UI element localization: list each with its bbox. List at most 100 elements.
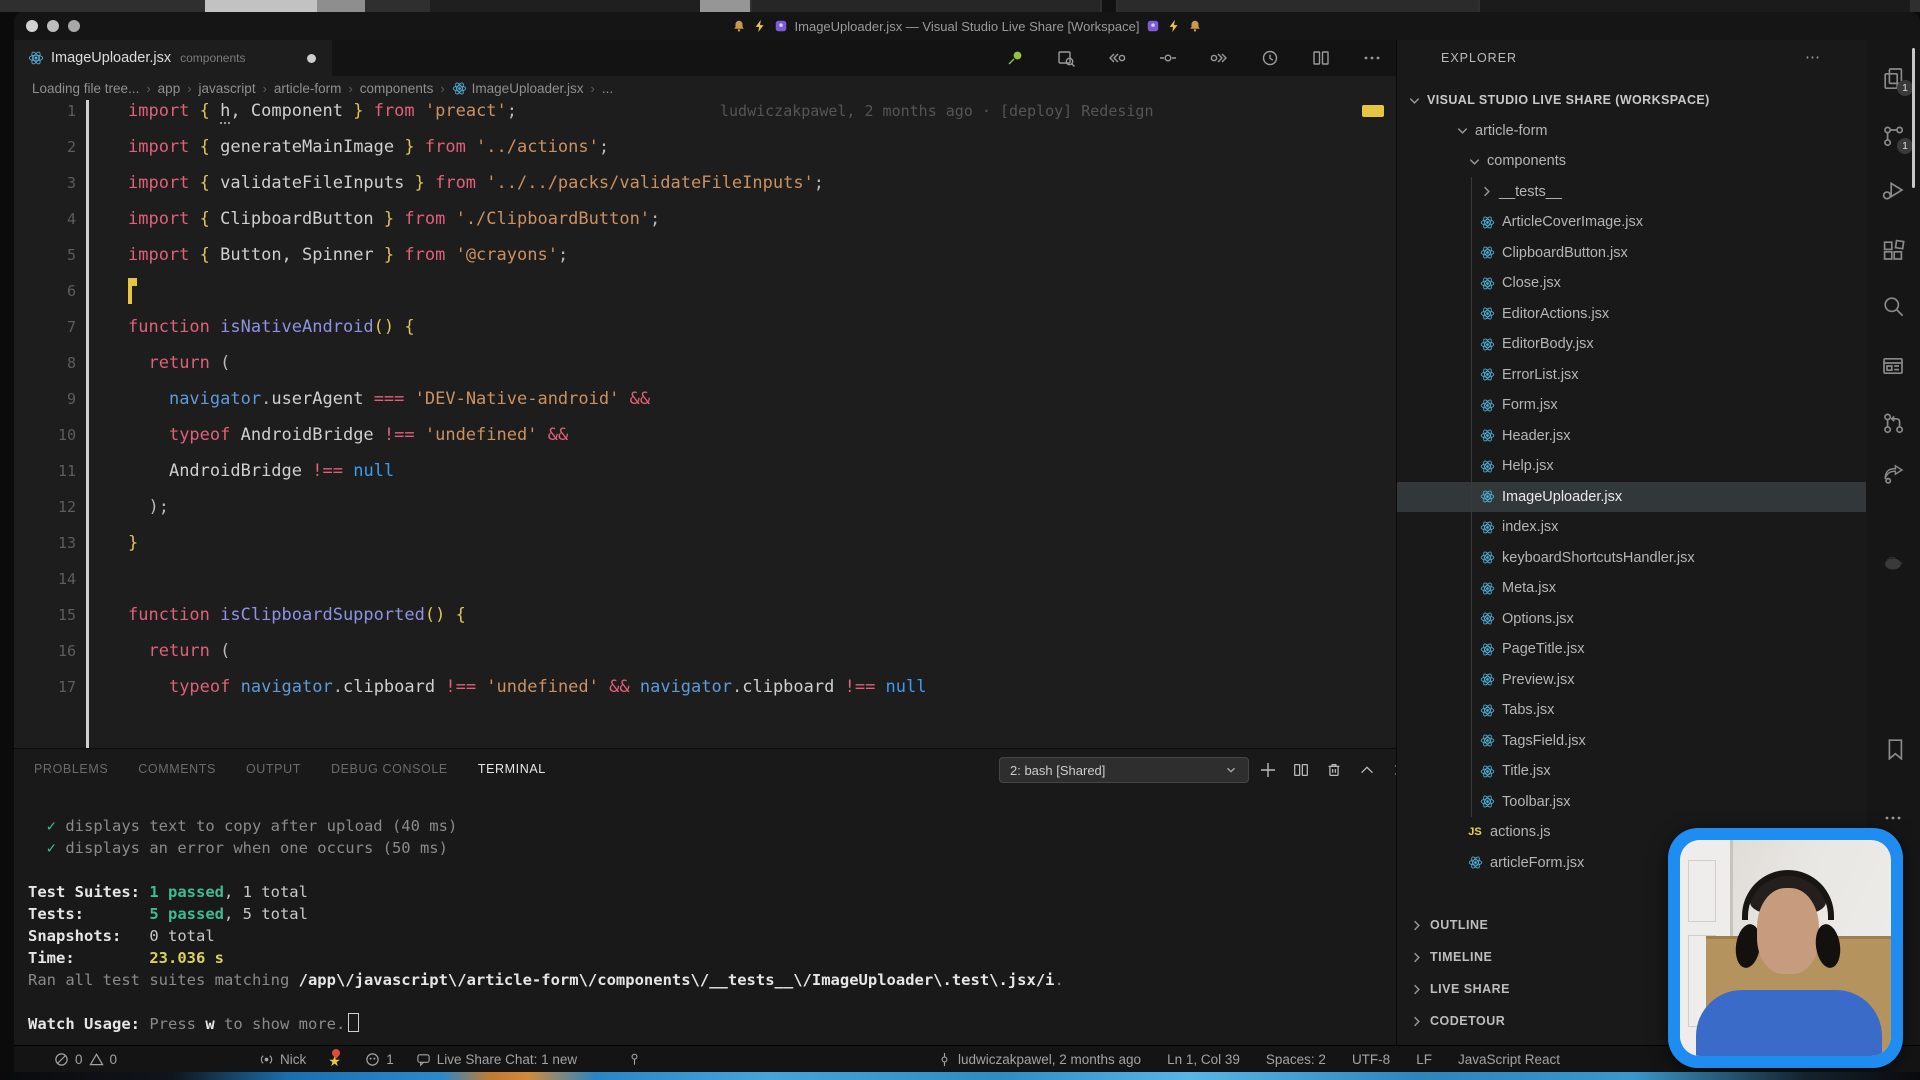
code-line[interactable]: 14 [14,561,1396,597]
tab-imageuploader[interactable]: ImageUploader.jsx components [14,40,332,76]
preview-icon[interactable] [1056,48,1076,68]
editor-cursor [128,279,132,304]
zap-icon [1167,19,1181,33]
tree-item-options-jsx[interactable]: Options.jsx [1397,604,1866,635]
tree-item-clipboardbutton-jsx[interactable]: ClipboardButton.jsx [1397,238,1866,269]
language-mode[interactable]: JavaScript React [1458,1052,1560,1067]
chevron-right-icon [1409,1014,1424,1029]
sidebar-scrollbar[interactable] [1912,48,1915,188]
chev-up-icon[interactable] [1357,760,1377,780]
activity-report-icon[interactable] [1880,353,1906,379]
sidebar-more-icon[interactable]: ⋯ [1805,48,1820,66]
tree-item-errorlist-jsx[interactable]: ErrorList.jsx [1397,360,1866,391]
tree-item-imageuploader-jsx[interactable]: ImageUploader.jsx [1397,482,1866,513]
blame-indicator[interactable]: ludwiczakpawel, 2 months ago [937,1052,1141,1067]
activity-extensions-icon[interactable] [1880,237,1906,263]
presence-indicator[interactable] [627,1052,642,1067]
more-icon[interactable] [1362,48,1382,68]
tree-item-articlecoverimage-jsx[interactable]: ArticleCoverImage.jsx [1397,207,1866,238]
activity-graph-icon[interactable]: 1 [1880,123,1906,149]
code-token [619,389,629,409]
panel-tab-output[interactable]: OUTPUT [246,762,301,776]
terminal-output[interactable]: ✓ displays text to copy after upload (40… [28,815,1368,1035]
tree-item-title-jsx[interactable]: Title.jsx [1397,756,1866,787]
eol-setting[interactable]: LF [1416,1052,1432,1067]
nav-fwd-icon[interactable] [1209,48,1229,68]
liveshare-chat-button[interactable]: Live Share Chat: 1 new [416,1052,577,1067]
tree-item-tabs-jsx[interactable]: Tabs.jsx [1397,695,1866,726]
tree-item-index-jsx[interactable]: index.jsx [1397,512,1866,543]
tree-item-components[interactable]: components [1397,146,1866,177]
tree-item-help-jsx[interactable]: Help.jsx [1397,451,1866,482]
code-line[interactable]: 15function isClipboardSupported() { [14,597,1396,633]
code-line[interactable]: 6 [14,273,1396,309]
activity-git-icon[interactable] [1880,410,1906,436]
participants-indicator[interactable]: 1 [365,1052,394,1067]
split-sm-icon[interactable] [1291,760,1311,780]
code-line[interactable]: 4import { ClipboardButton } from './Clip… [14,201,1396,237]
panel-tab-problems[interactable]: PROBLEMS [34,762,108,776]
trash-icon[interactable] [1324,760,1344,780]
tree-item-editoractions-jsx[interactable]: EditorActions.jsx [1397,299,1866,330]
code-line[interactable]: 9 navigator.userAgent === 'DEV-Native-an… [14,381,1396,417]
plus-icon[interactable] [1258,760,1278,780]
encoding-setting[interactable]: UTF-8 [1352,1052,1390,1067]
code-line[interactable]: 8 return ( [14,345,1396,381]
tree-item-toolbar-jsx[interactable]: Toolbar.jsx [1397,787,1866,818]
code-token: function [128,605,220,625]
activity-files-icon[interactable]: 1 [1880,65,1906,91]
code-line[interactable]: 5import { Button, Spinner } from '@crayo… [14,237,1396,273]
tree-item-visual-studio-live-share-workspace-[interactable]: VISUAL STUDIO LIVE SHARE (WORKSPACE) [1397,85,1866,116]
tree-item-form-jsx[interactable]: Form.jsx [1397,390,1866,421]
tree-item-keyboardshortcutshandler-jsx[interactable]: keyboardShortcutsHandler.jsx [1397,543,1866,574]
code-line[interactable]: 3import { validateFileInputs } from '../… [14,165,1396,201]
code-line[interactable]: 10 typeof AndroidBridge !== 'undefined' … [14,417,1396,453]
nav-dot-icon[interactable] [1158,48,1178,68]
tree-item-meta-jsx[interactable]: Meta.jsx [1397,573,1866,604]
terminal-token: w [205,1015,214,1033]
panel-tab-terminal[interactable]: TERMINAL [478,762,546,776]
code-line[interactable]: 7function isNativeAndroid() { [14,309,1396,345]
code-editor[interactable]: 1import { h, Component } from 'preact';l… [14,100,1396,748]
activity-bird-icon[interactable] [1880,550,1906,576]
cursor-position[interactable]: Ln 1, Col 39 [1167,1052,1240,1067]
tree-item-header-jsx[interactable]: Header.jsx [1397,421,1866,452]
webcam-overlay [1668,828,1903,1068]
terminal-shell-select[interactable]: 2: bash [Shared] [999,757,1249,783]
indentation-setting[interactable]: Spaces: 2 [1266,1052,1326,1067]
tree-item-preview-jsx[interactable]: Preview.jsx [1397,665,1866,696]
panel-tab-debug-console[interactable]: DEBUG CONSOLE [331,762,448,776]
activity-share-icon[interactable] [1880,460,1906,486]
tree-item-pagetitle-jsx[interactable]: PageTitle.jsx [1397,634,1866,665]
activity-more-icon[interactable] [1880,805,1906,831]
react-icon [1479,764,1495,779]
code-line[interactable]: 12 ); [14,489,1396,525]
code-token: { [200,101,220,121]
problems-indicator[interactable]: 0 0 [54,1052,117,1067]
nav-back-icon[interactable] [1107,48,1127,68]
code-line[interactable]: 11 AndroidBridge !== null [14,453,1396,489]
tree-item-tagsfield-jsx[interactable]: TagsField.jsx [1397,726,1866,757]
activity-debug-icon[interactable] [1880,177,1906,203]
code-line[interactable]: 17 typeof navigator.clipboard !== 'undef… [14,669,1396,705]
tree-item-article-form[interactable]: article-form [1397,116,1866,147]
code-line[interactable]: 13} [14,525,1396,561]
history-icon[interactable] [1260,48,1280,68]
code-token [445,605,455,625]
split-icon[interactable] [1311,48,1331,68]
tree-item--tests-[interactable]: __tests__ [1397,177,1866,208]
liveshare-host-button[interactable]: Nick [259,1052,306,1067]
tree-item-label: ArticleCoverImage.jsx [1502,214,1643,230]
code-line[interactable]: 2import { generateMainImage } from '../a… [14,129,1396,165]
panel-tab-comments[interactable]: COMMENTS [138,762,216,776]
pin-icon[interactable] [1005,48,1025,68]
react-icon [1479,337,1495,352]
code-token: ( [220,353,230,373]
chevron-right-icon [1409,918,1424,933]
tree-item-editorbody-jsx[interactable]: EditorBody.jsx [1397,329,1866,360]
code-line[interactable]: 1import { h, Component } from 'preact';l… [14,93,1396,129]
activity-bookmark-icon[interactable] [1880,735,1906,761]
activity-search-icon[interactable] [1880,293,1906,319]
tree-item-close-jsx[interactable]: Close.jsx [1397,268,1866,299]
code-line[interactable]: 16 return ( [14,633,1396,669]
